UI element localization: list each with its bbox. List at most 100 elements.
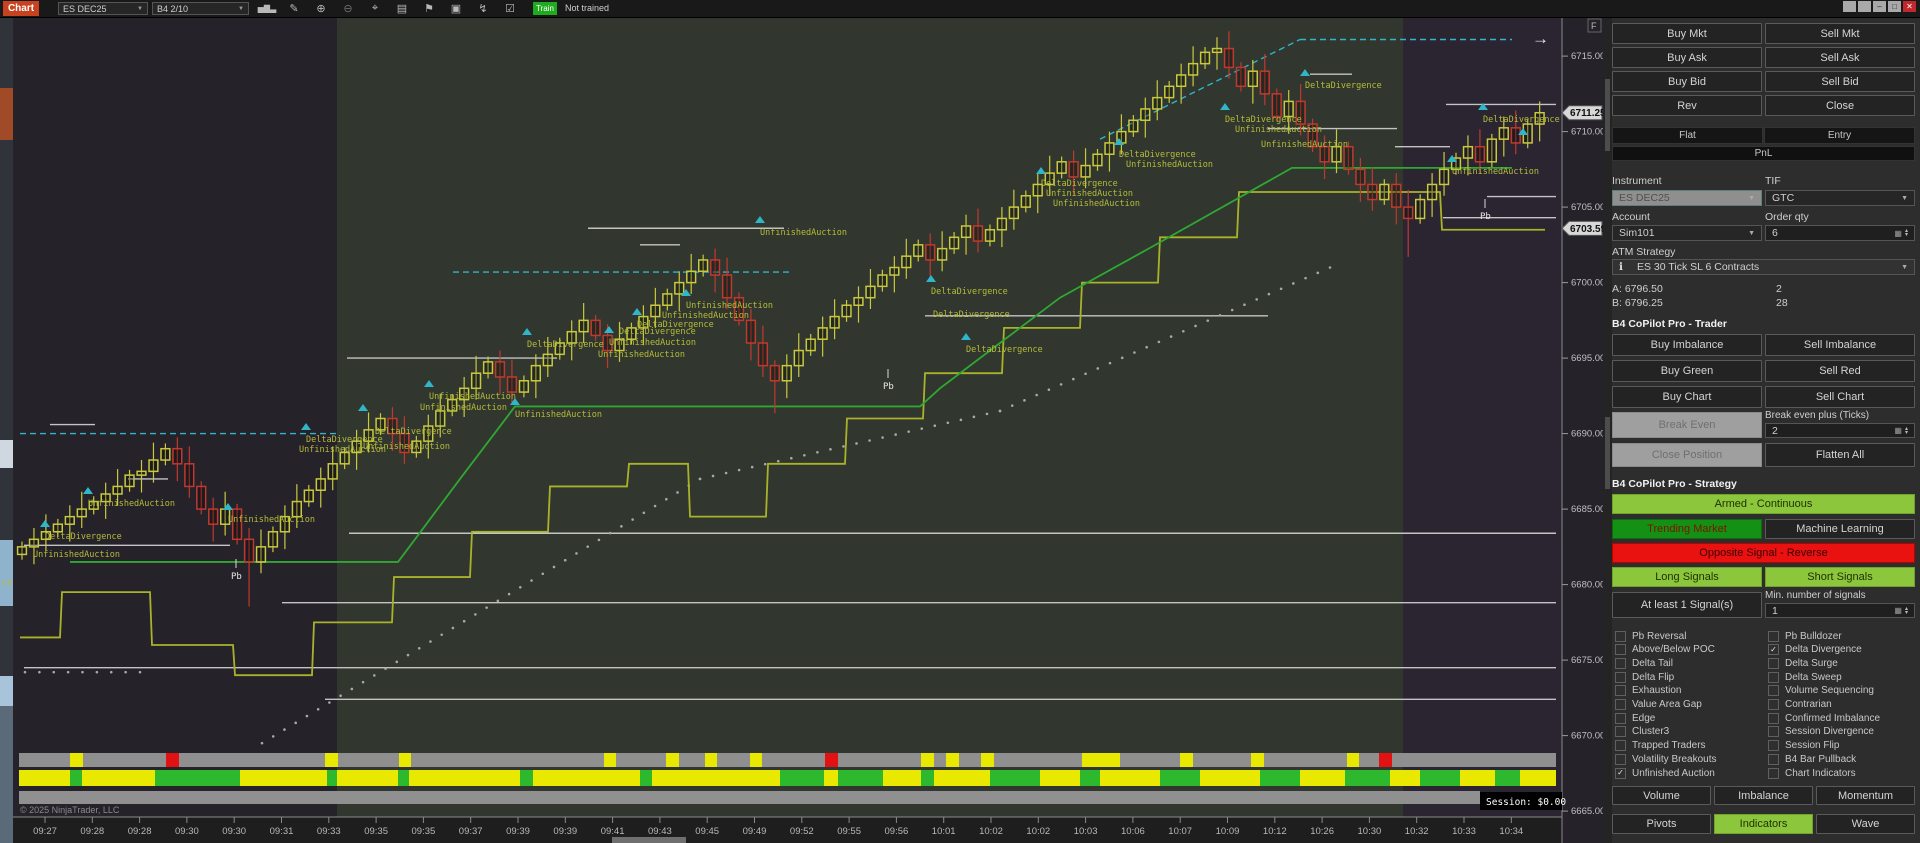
delta-flip-checkbox[interactable] <box>1615 671 1626 683</box>
long-signals-button[interactable]: Long Signals <box>1612 567 1762 587</box>
unfinished-auction-checkbox[interactable]: ✓ <box>1615 767 1626 779</box>
buy-mkt-button[interactable]: Buy Mkt <box>1612 23 1762 44</box>
be-down-icon[interactable]: ▾ <box>1905 430 1908 436</box>
sell-ask-button[interactable]: Sell Ask <box>1765 47 1915 68</box>
flatten-all-button[interactable]: Flatten All <box>1765 443 1915 467</box>
hscrollbar-thumb[interactable] <box>612 837 686 843</box>
volume-tab[interactable]: Volume <box>1612 786 1711 805</box>
trapped-traders-checkbox[interactable] <box>1615 740 1626 752</box>
zoom-in-icon[interactable]: ⊕ <box>309 0 333 17</box>
wave-tab[interactable]: Wave <box>1816 814 1915 834</box>
value-area-gap-checkbox[interactable] <box>1615 699 1626 710</box>
break-even-button[interactable]: Break Even <box>1612 412 1762 438</box>
panel-icon-2[interactable] <box>1858 1 1871 12</box>
machine-learning-button[interactable]: Machine Learning <box>1765 519 1915 539</box>
armed-continuous-button[interactable]: Armed - Continuous <box>1612 494 1915 514</box>
buy-imbalance-button[interactable]: Buy Imbalance <box>1612 334 1762 356</box>
imbalance-tab[interactable]: Imbalance <box>1714 786 1813 805</box>
flag-icon[interactable]: ⚑ <box>417 0 441 17</box>
momentum-tab[interactable]: Momentum <box>1816 786 1915 805</box>
svg-text:6685.00: 6685.00 <box>1571 504 1605 515</box>
zigzag-icon[interactable]: ↯ <box>471 0 495 17</box>
contrarian-checkbox[interactable] <box>1768 699 1779 710</box>
calculator-icon[interactable]: ▦ <box>1894 606 1902 615</box>
delta-divergence-checkbox[interactable]: ✓ <box>1768 644 1779 656</box>
pb-reversal-checkbox[interactable] <box>1615 630 1626 642</box>
chart-indicators-checkbox[interactable] <box>1768 767 1779 779</box>
close-position-button[interactable]: Close Position <box>1612 443 1762 467</box>
scrollbar-thumb[interactable] <box>1605 79 1610 151</box>
buy-green-button[interactable]: Buy Green <box>1612 360 1762 382</box>
panel-divider[interactable] <box>1603 17 1612 843</box>
sell-red-button[interactable]: Sell Red <box>1765 360 1915 382</box>
calculator-icon[interactable]: ▦ <box>1894 229 1902 238</box>
report-icon[interactable]: ▤ <box>390 0 414 17</box>
tif-dropdown[interactable]: GTC ▼ <box>1765 190 1915 206</box>
atm-strategy-dropdown[interactable]: ℹ ES 30 Tick SL 6 Contracts ▼ <box>1612 259 1915 275</box>
session-flip-checkbox[interactable] <box>1768 740 1779 752</box>
bid-quote-row: B: 6796.25 28 <box>1612 297 1915 310</box>
break-even-plus-value: 2 <box>1772 424 1778 437</box>
buy-bid-button[interactable]: Buy Bid <box>1612 71 1762 92</box>
close-button[interactable]: Close <box>1765 95 1915 116</box>
volume-sequencing-checkbox[interactable] <box>1768 685 1779 697</box>
study-selector-value: B4 2/10 <box>157 3 189 14</box>
instrument-selector[interactable]: ES DEC25 ▼ <box>58 2 148 15</box>
panel-icon-1[interactable] <box>1843 1 1856 12</box>
minimize-button[interactable]: ‒ <box>1873 1 1886 12</box>
at-least-signals-button[interactable]: At least 1 Signal(s) <box>1612 592 1762 618</box>
cluster3-checkbox[interactable] <box>1615 726 1626 738</box>
indicators-tab[interactable]: Indicators <box>1714 814 1813 834</box>
session-divergence-checkbox[interactable] <box>1768 726 1779 738</box>
sell-mkt-button[interactable]: Sell Mkt <box>1765 23 1915 44</box>
svg-text:6665.00: 6665.00 <box>1571 806 1605 817</box>
calculator-icon[interactable]: ▦ <box>1894 426 1902 435</box>
chart-tab[interactable]: Chart <box>3 1 39 16</box>
info-icon[interactable]: ℹ <box>1619 261 1623 273</box>
buy-chart-button[interactable]: Buy Chart <box>1612 386 1762 408</box>
exhaustion-checkbox[interactable] <box>1615 685 1626 697</box>
delta-sweep-checkbox[interactable] <box>1768 671 1779 683</box>
zoom-out-icon[interactable]: ⊖ <box>336 0 360 17</box>
rev-button[interactable]: Rev <box>1612 95 1762 116</box>
pivots-tab[interactable]: Pivots <box>1612 814 1711 834</box>
delta-tail-checkbox[interactable] <box>1615 657 1626 669</box>
volatility-breakouts-checkbox[interactable] <box>1615 753 1626 765</box>
b4-bar-pullback-checkbox[interactable] <box>1768 753 1779 765</box>
short-signals-button[interactable]: Short Signals <box>1765 567 1915 587</box>
min-signals-input[interactable]: 1 ▦ ▴ ▾ <box>1765 603 1915 618</box>
qty-down-icon[interactable]: ▾ <box>1905 232 1908 238</box>
bars-icon[interactable]: ▅▇▃ <box>255 0 279 17</box>
delta-surge-checkbox[interactable] <box>1768 657 1779 669</box>
edge-checkbox[interactable] <box>1615 712 1626 724</box>
checklist-icon[interactable]: ☑ <box>498 0 522 17</box>
scrollbar-thumb[interactable] <box>1605 417 1610 489</box>
train-button[interactable]: Train <box>533 2 557 15</box>
above-below-poc-checkbox[interactable] <box>1615 644 1626 656</box>
sell-imbalance-button[interactable]: Sell Imbalance <box>1765 334 1915 356</box>
sell-bid-button[interactable]: Sell Bid <box>1765 71 1915 92</box>
confirmed-imbalance-checkbox[interactable] <box>1768 712 1779 724</box>
pb-bulldozer-checkbox[interactable] <box>1768 630 1779 642</box>
go-to-latest-arrow-icon[interactable]: → <box>1532 29 1549 48</box>
sell-chart-button[interactable]: Sell Chart <box>1765 386 1915 408</box>
buy-ask-button[interactable]: Buy Ask <box>1612 47 1762 68</box>
break-even-plus-input[interactable]: 2 ▦ ▴ ▾ <box>1765 423 1915 438</box>
pencil-icon[interactable]: ✎ <box>282 0 306 17</box>
instrument-dropdown[interactable]: ES DEC25 ▼ <box>1612 190 1762 206</box>
signal-checkbox-row: Exhaustion <box>1615 685 1765 697</box>
close-button[interactable]: ✕ <box>1903 1 1916 12</box>
flat-button[interactable]: Flat <box>1612 127 1763 144</box>
min-down-icon[interactable]: ▾ <box>1905 610 1908 616</box>
svg-text:UnfinishedAuction: UnfinishedAuction <box>760 228 847 238</box>
crosshair-icon[interactable]: ⌖ <box>363 0 387 17</box>
maximize-button[interactable]: □ <box>1888 1 1901 12</box>
account-dropdown[interactable]: Sim101 ▼ <box>1612 225 1762 241</box>
study-selector[interactable]: B4 2/10 ▼ <box>152 2 249 15</box>
entry-button[interactable]: Entry <box>1764 127 1915 144</box>
order-qty-input[interactable]: 6 ▦ ▴ ▾ <box>1765 225 1915 241</box>
svg-text:09:43: 09:43 <box>648 826 672 837</box>
trending-market-button[interactable]: Trending Market <box>1612 519 1762 539</box>
opposite-signal-button[interactable]: Opposite Signal - Reverse <box>1612 543 1915 563</box>
snapshot-icon[interactable]: ▣ <box>444 0 468 17</box>
